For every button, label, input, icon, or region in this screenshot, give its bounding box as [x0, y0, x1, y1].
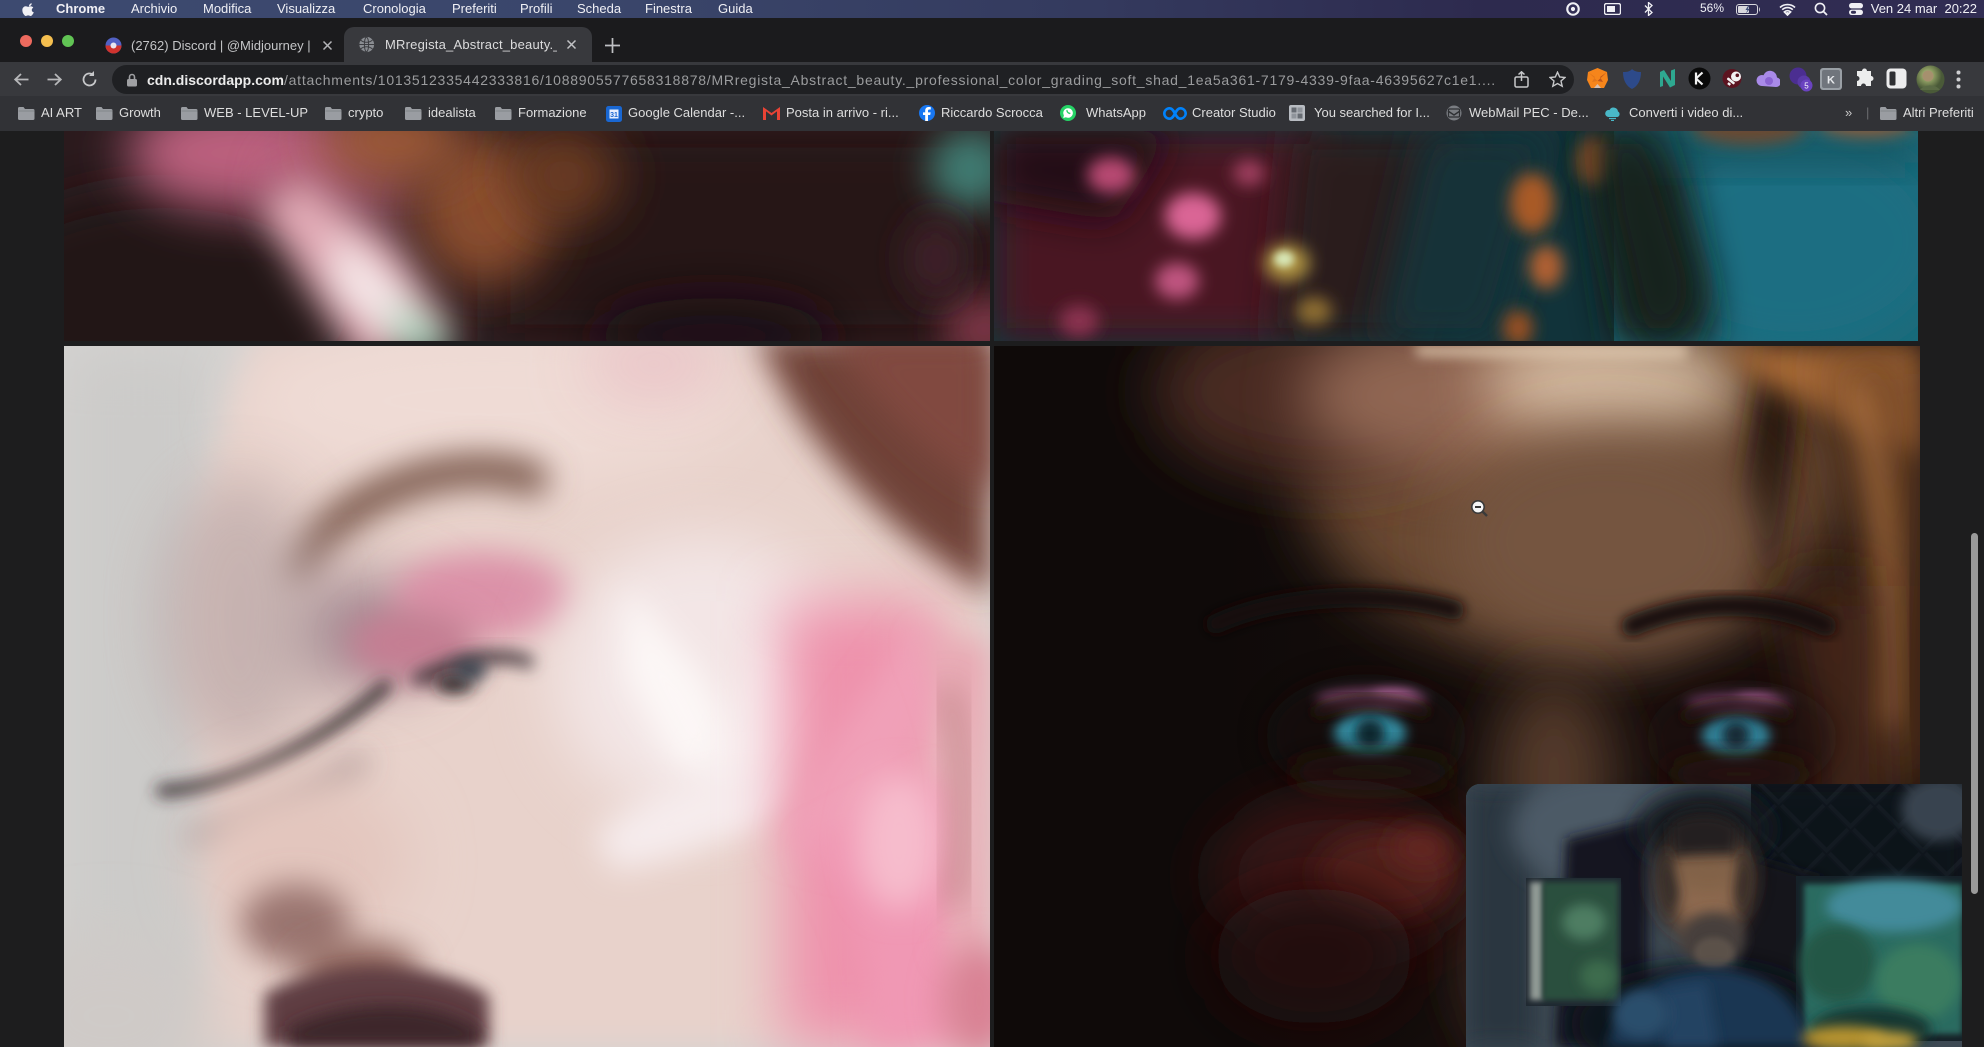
svg-text:31: 31 [610, 112, 618, 119]
svg-text:5: 5 [1804, 82, 1809, 91]
svg-text:K: K [1827, 75, 1835, 87]
